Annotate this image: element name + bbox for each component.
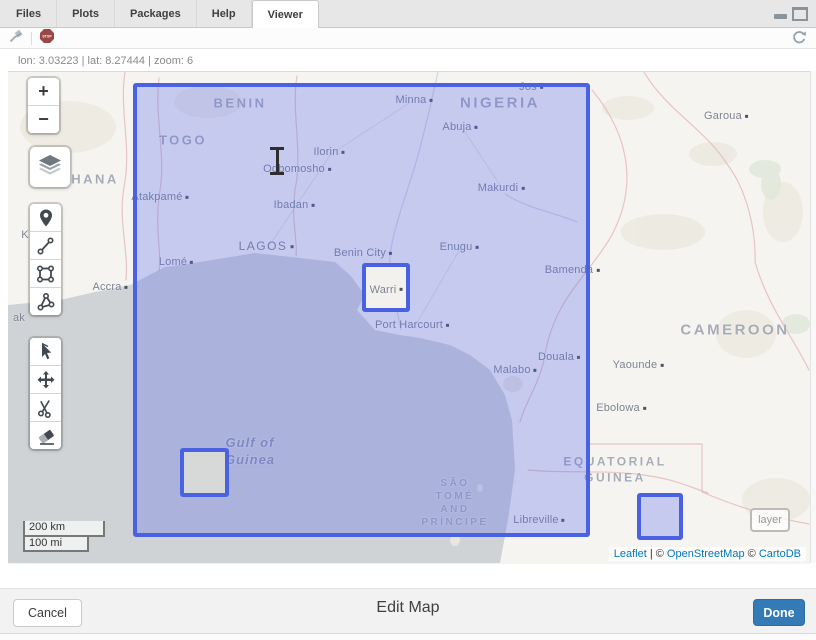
map-label-ebolowa: Ebolowa [596,401,646,415]
zoom-in-button[interactable]: + [28,78,59,106]
maximize-icon[interactable] [792,7,808,21]
rstudio-viewer-pane: FilesPlotsPackagesHelpViewer STOP [0,0,816,640]
draw-rectangle-button[interactable] [30,260,61,288]
map-label-garoua: Garoua [704,109,748,123]
openstreetmap-link[interactable]: OpenStreetMap [667,548,745,560]
cut-button[interactable] [30,394,61,422]
edit-map-footer: Cancel Edit Map Done [0,588,816,634]
tab-packages[interactable]: Packages [115,0,197,27]
done-button[interactable]: Done [753,599,805,626]
map-label-warri: Warri [370,282,403,296]
small-rectangle-gabon[interactable] [637,493,683,540]
marker-icon [34,207,58,229]
layers-control[interactable] [30,147,70,187]
draw-polyline-button[interactable] [30,232,61,260]
polyline-icon [34,234,58,258]
osm-copyright: © [656,548,664,560]
map-label-ak: ak [13,311,25,325]
rectangle-icon [34,262,58,286]
drag-icon [34,368,58,392]
cartodb-link[interactable]: CartoDB [759,548,801,560]
zoom-out-button[interactable]: − [28,106,59,133]
stop-icon[interactable]: STOP [39,28,55,49]
map-coordinates-readout: lon: 3.03223 | lat: 8.27444 | zoom: 6 [18,55,193,67]
tab-strip: FilesPlotsPackagesHelpViewer [1,0,319,27]
edit-vertices-button[interactable] [30,338,61,366]
leaflet-link[interactable]: Leaflet [614,548,647,560]
map-label-k: K [21,228,29,242]
refresh-icon[interactable] [792,30,807,50]
pane-right-gutter [810,71,816,563]
attribution-separator: | [650,548,653,560]
tab-files[interactable]: Files [1,0,57,27]
toolbar-separator [31,32,32,45]
clear-viewer-broom-icon[interactable] [8,28,24,48]
map-label-hana: HANA [71,172,119,189]
map-label-cameroon: CAMEROON [680,320,789,340]
tab-plots[interactable]: Plots [57,0,115,27]
erase-icon [34,424,58,448]
hole-rectangle-gulf[interactable] [180,448,229,497]
draw-marker-button[interactable] [30,204,61,232]
viewer-toolbar: STOP [0,28,816,49]
pane-tabbar: FilesPlotsPackagesHelpViewer [0,0,816,28]
hole-rectangle-warri[interactable]: Warri [362,263,410,312]
zoom-control: + − [28,78,59,133]
layer-button[interactable]: layer [750,508,790,532]
carto-copyright: © [748,548,756,560]
map-label-accra: Accra [92,280,127,294]
tab-viewer[interactable]: Viewer [252,0,319,28]
minimize-icon[interactable] [774,14,787,19]
cut-icon [34,396,58,420]
map-label-yaounde: Yaounde [613,358,664,372]
footer-bottom-strip [0,633,816,640]
stop-icon-label: STOP [42,34,52,38]
scale-control: 200 km 100 mi [23,521,105,552]
map-attribution: Leaflet | © OpenStreetMap © CartoDB [609,547,806,561]
page-title: Edit Map [0,599,816,617]
text-cursor [267,147,287,175]
map-viewport[interactable]: HANATOGOBENINNIGERIACAMEROONEQUATORIAL G… [8,71,810,564]
window-controls [774,0,808,27]
polygon-icon [34,290,58,314]
scale-km: 200 km [23,521,105,537]
draw-toolbar [30,204,61,315]
scale-mi: 100 mi [23,537,89,552]
edit-vertices-icon [34,340,58,364]
erase-button[interactable] [30,422,61,449]
tab-help[interactable]: Help [197,0,252,27]
draw-polygon-button[interactable] [30,288,61,315]
edit-toolbar [30,338,61,449]
layers-icon [37,153,63,182]
drag-button[interactable] [30,366,61,394]
